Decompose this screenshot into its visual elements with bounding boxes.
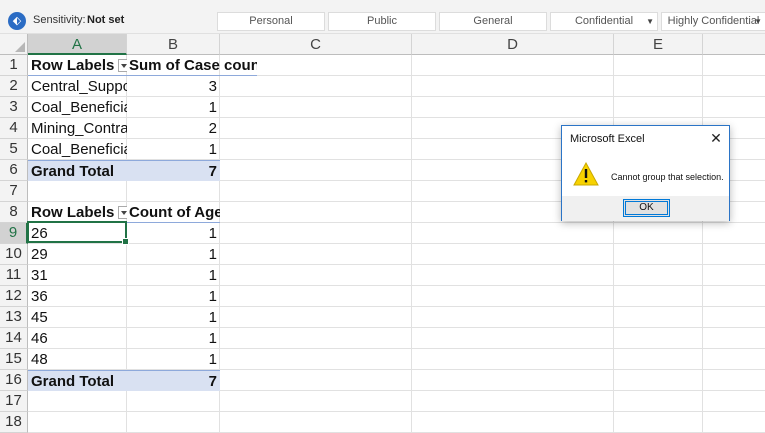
select-all-button[interactable] xyxy=(0,34,28,55)
row-header-16[interactable]: 16 xyxy=(0,370,28,391)
column-header-e[interactable]: E xyxy=(614,34,703,55)
pivot1-row-labels-text: Row Labels xyxy=(31,57,115,74)
sensitivity-value: Not set xyxy=(87,14,125,26)
pivot2-row-label[interactable]: 48 xyxy=(28,349,127,370)
gridline xyxy=(28,411,765,412)
pivot2-row-label[interactable]: 45 xyxy=(28,307,127,328)
pivot1-row-label[interactable]: Central_Suppc xyxy=(28,76,127,97)
pivot2-grand-total-label[interactable]: Grand Total xyxy=(28,370,127,391)
row-header-17[interactable]: 17 xyxy=(0,391,28,412)
pivot1-row-value[interactable]: 1 xyxy=(127,139,220,160)
sensitivity-label: Sensitivity: xyxy=(33,14,86,26)
column-header-c[interactable]: C xyxy=(220,34,412,55)
pivot2-grand-total-value[interactable]: 7 xyxy=(127,370,220,391)
pivot2-row-label[interactable]: 36 xyxy=(28,286,127,307)
chevron-down-icon: ▼ xyxy=(646,17,654,26)
row-header-3[interactable]: 3 xyxy=(0,97,28,118)
filter-dropdown-icon[interactable] xyxy=(118,205,127,219)
row-header-18[interactable]: 18 xyxy=(0,412,28,433)
pivot1-row-label[interactable]: Coal_Beneficia xyxy=(28,97,127,118)
row-header-5[interactable]: 5 xyxy=(0,139,28,160)
pivot1-row-label[interactable]: Coal_Beneficia xyxy=(28,139,127,160)
pivot2-row-labels-header[interactable]: Row Labels xyxy=(28,202,127,223)
row-header-15[interactable]: 15 xyxy=(0,349,28,370)
pivot2-row-label[interactable]: 31 xyxy=(28,265,127,286)
gridline xyxy=(411,55,412,433)
pivot2-row-value[interactable]: 1 xyxy=(127,307,220,328)
warning-icon xyxy=(573,162,599,186)
sensitivity-general-button[interactable]: General xyxy=(439,12,547,31)
pivot2-row-labels-text: Row Labels xyxy=(31,204,115,221)
column-header-blank[interactable] xyxy=(703,34,765,55)
gridline xyxy=(613,55,614,433)
pivot2-row-value[interactable]: 1 xyxy=(127,349,220,370)
pivot2-row-label[interactable]: 46 xyxy=(28,328,127,349)
column-header-a[interactable]: A xyxy=(28,34,127,55)
column-header-d[interactable]: D xyxy=(412,34,614,55)
pivot2-row-value[interactable]: 1 xyxy=(127,265,220,286)
sensitivity-personal-button[interactable]: Personal xyxy=(217,12,325,31)
row-header-14[interactable]: 14 xyxy=(0,328,28,349)
pivot2-row-label[interactable]: 29 xyxy=(28,244,127,265)
sensitivity-highly-confidential-button[interactable]: Highly Confidential ▼ xyxy=(661,12,765,31)
pivot1-value-header[interactable]: Sum of Case count xyxy=(127,55,257,76)
pivot2-row-value[interactable]: 1 xyxy=(127,286,220,307)
spreadsheet-grid: A B C D E 1 2 3 4 5 6 7 8 9 10 11 12 13 … xyxy=(0,34,765,433)
pivot2-value-header[interactable]: Count of Age xyxy=(127,202,220,223)
column-header-b[interactable]: B xyxy=(127,34,220,55)
row-header-13[interactable]: 13 xyxy=(0,307,28,328)
sensitivity-bar: ⬖ Sensitivity: Not set Personal Public G… xyxy=(0,0,765,34)
close-icon[interactable]: ✕ xyxy=(709,130,723,147)
pivot1-row-labels-header[interactable]: Row Labels xyxy=(28,55,127,76)
pivot2-row-value[interactable]: 1 xyxy=(127,328,220,349)
pivot1-row-value[interactable]: 2 xyxy=(127,118,220,139)
row-header-2[interactable]: 2 xyxy=(0,76,28,97)
dialog-footer: OK xyxy=(562,196,729,221)
row-header-10[interactable]: 10 xyxy=(0,244,28,265)
row-header-4[interactable]: 4 xyxy=(0,118,28,139)
ok-button[interactable]: OK xyxy=(623,199,670,217)
sensitivity-public-button[interactable]: Public xyxy=(328,12,436,31)
sensitivity-confidential-button[interactable]: Confidential ▼ xyxy=(550,12,658,31)
row-header-9[interactable]: 9 xyxy=(0,223,28,244)
dialog-title: Microsoft Excel xyxy=(570,133,645,145)
filter-dropdown-icon[interactable] xyxy=(118,58,127,72)
sensitivity-highly-confidential-label: Highly Confidential xyxy=(667,15,760,27)
active-cell-selection[interactable] xyxy=(27,221,129,245)
pivot1-row-value[interactable]: 1 xyxy=(127,97,220,118)
dialog-message: Cannot group that selection. xyxy=(611,172,724,182)
pivot1-grand-total-value[interactable]: 7 xyxy=(127,160,220,181)
row-header-12[interactable]: 12 xyxy=(0,286,28,307)
sensitivity-confidential-label: Confidential xyxy=(574,15,634,27)
row-header-7[interactable]: 7 xyxy=(0,181,28,202)
row-header-11[interactable]: 11 xyxy=(0,265,28,286)
dialog-body: Cannot group that selection. xyxy=(562,150,729,195)
pivot1-grand-total-label[interactable]: Grand Total xyxy=(28,160,127,181)
sensitivity-tag-icon[interactable]: ⬖ xyxy=(8,12,26,30)
excel-alert-dialog: Microsoft Excel ✕ Cannot group that sele… xyxy=(561,125,730,221)
row-header-1[interactable]: 1 xyxy=(0,55,28,76)
pivot1-row-label[interactable]: Mining_Contra xyxy=(28,118,127,139)
pivot1-row-value[interactable]: 3 xyxy=(127,76,220,97)
row-header-8[interactable]: 8 xyxy=(0,202,28,223)
pivot2-row-value[interactable]: 1 xyxy=(127,223,220,244)
pivot2-row-value[interactable]: 1 xyxy=(127,244,220,265)
row-header-6[interactable]: 6 xyxy=(0,160,28,181)
gridline xyxy=(702,55,703,433)
chevron-down-icon: ▼ xyxy=(754,17,762,26)
